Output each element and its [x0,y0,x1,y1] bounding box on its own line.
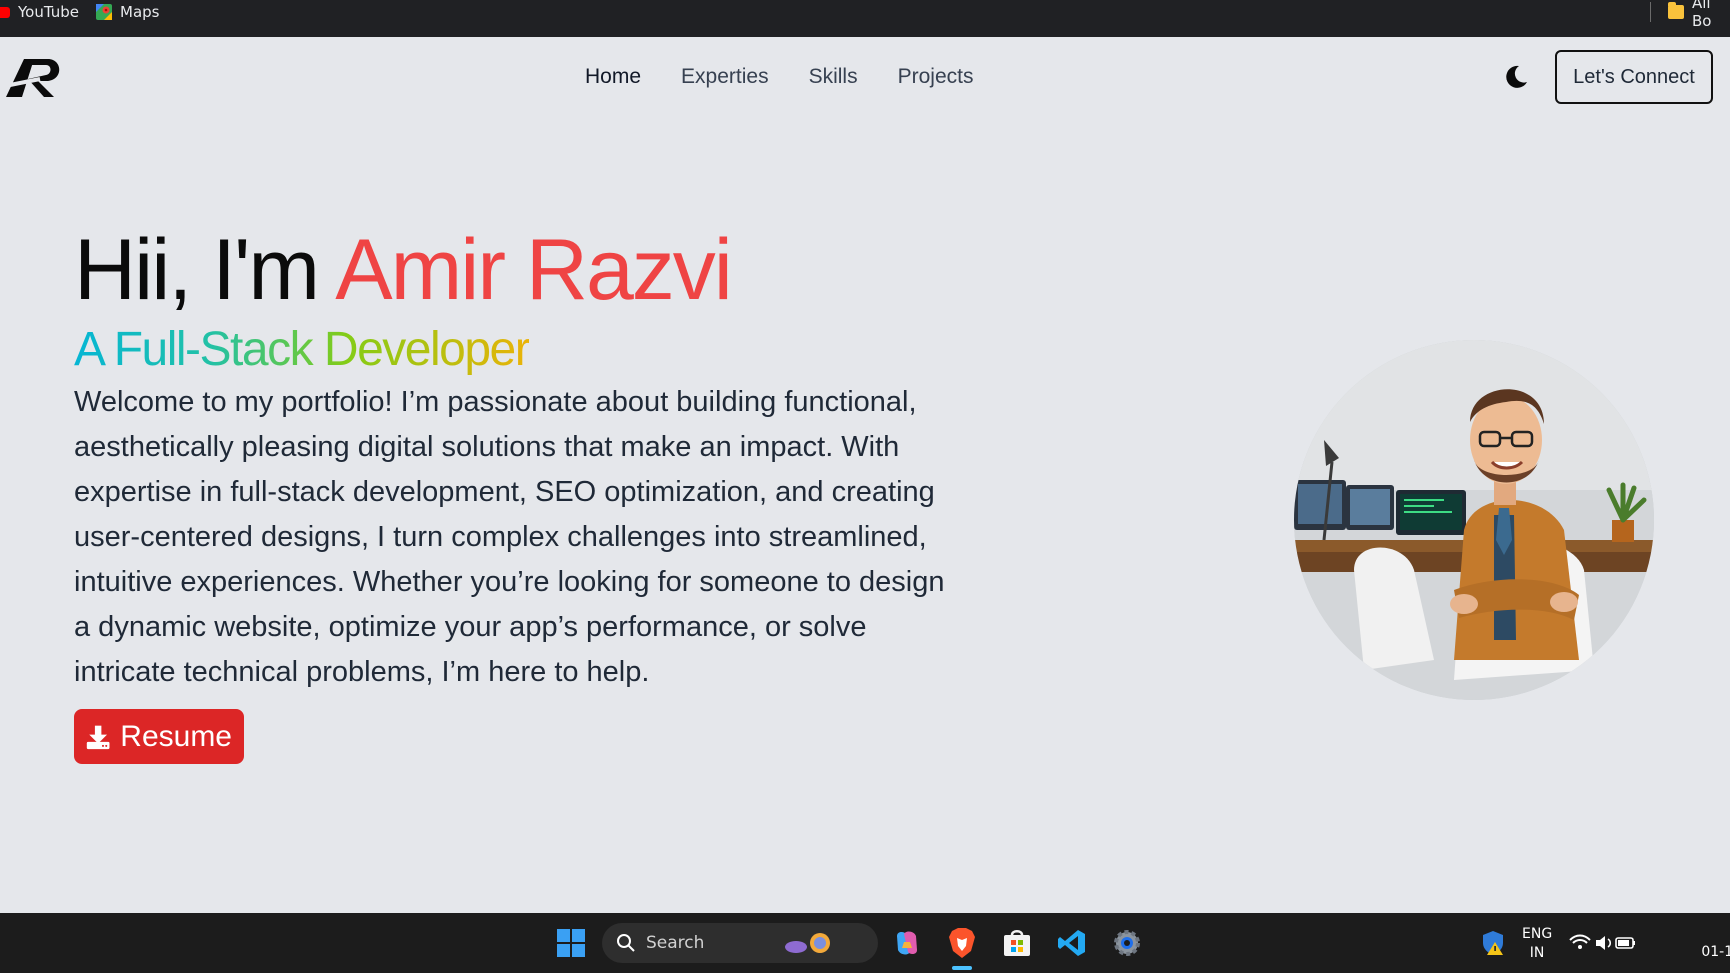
nav-links: Home Experties Skills Projects [585,65,973,89]
clock[interactable]: 09 01-11-2 [1676,924,1730,962]
vscode-button[interactable] [1053,924,1091,962]
active-app-indicator [952,966,972,970]
all-bookmarks[interactable]: All Bo [1668,0,1730,30]
copilot-button[interactable] [888,924,926,962]
search-icon [617,934,635,952]
maps-icon [96,4,112,20]
bookmark-maps[interactable]: Maps [96,0,159,24]
bookmarks-divider [1650,2,1651,22]
hero-name: Amir Razvi [335,222,733,318]
moon-icon [1506,65,1527,88]
all-bookmarks-label: All Bo [1691,0,1712,30]
folder-icon [1668,2,1684,19]
region-code: IN [1529,945,1545,961]
settings-icon [1114,930,1140,956]
taskbar-search[interactable]: Search [602,923,878,963]
greeting-prefix: Hii, I'm [74,222,336,318]
store-button[interactable] [998,924,1036,962]
brave-icon [949,928,975,958]
bookmark-label: Maps [120,3,160,21]
shield-warning-icon [1483,931,1503,955]
search-highlight-icon [785,933,831,953]
windows-start-button[interactable] [552,924,590,962]
copilot-icon [897,931,917,955]
bookmarks-bar: YouTube Maps All Bo [0,0,1730,37]
language-code: ENG [1522,926,1553,942]
nav-home[interactable]: Home [585,65,641,89]
store-icon [1004,930,1030,956]
hero-heading: Hii, I'm Amir Razvi [74,220,974,320]
nav-skills[interactable]: Skills [809,65,858,89]
security-tray-button[interactable] [1474,924,1512,962]
avatar-illustration [1294,340,1654,700]
youtube-icon [0,6,10,18]
vscode-icon [1058,930,1085,956]
developer-avatar-image [1294,340,1654,700]
bookmark-youtube[interactable]: YouTube [0,0,79,24]
download-icon [86,725,110,749]
clock-date: 01-11-2 [1701,944,1730,960]
nav-projects[interactable]: Projects [898,65,974,89]
nav-experties[interactable]: Experties [681,65,769,89]
hero-subtitle: A Full-Stack Developer [74,323,531,376]
theme-toggle-button[interactable] [1500,61,1532,93]
quick-settings-button[interactable] [1568,924,1638,962]
resume-button[interactable]: Resume [74,709,244,764]
hero-intro: Welcome to my portfolio! I’m passionate … [74,386,945,688]
site-navbar: Home Experties Skills Projects Let's Con… [0,37,1730,117]
language-indicator[interactable]: ENG IN [1522,925,1552,963]
resume-label: Resume [120,719,232,753]
search-label: Search [646,933,705,953]
brave-browser-button[interactable] [943,924,981,962]
hero-section: Hii, I'm Amir Razvi A Full-Stack Develop… [74,220,974,764]
ar-logo-icon[interactable] [4,53,66,101]
network-volume-battery-icons [1569,934,1635,950]
settings-button[interactable] [1108,924,1146,962]
clock-time: 09 [1676,924,1730,943]
lets-connect-button[interactable]: Let's Connect [1555,50,1713,104]
bookmark-label: YouTube [18,3,79,21]
windows-start-icon [557,929,585,957]
taskbar: Search ENG IN 01-1 [0,913,1730,973]
